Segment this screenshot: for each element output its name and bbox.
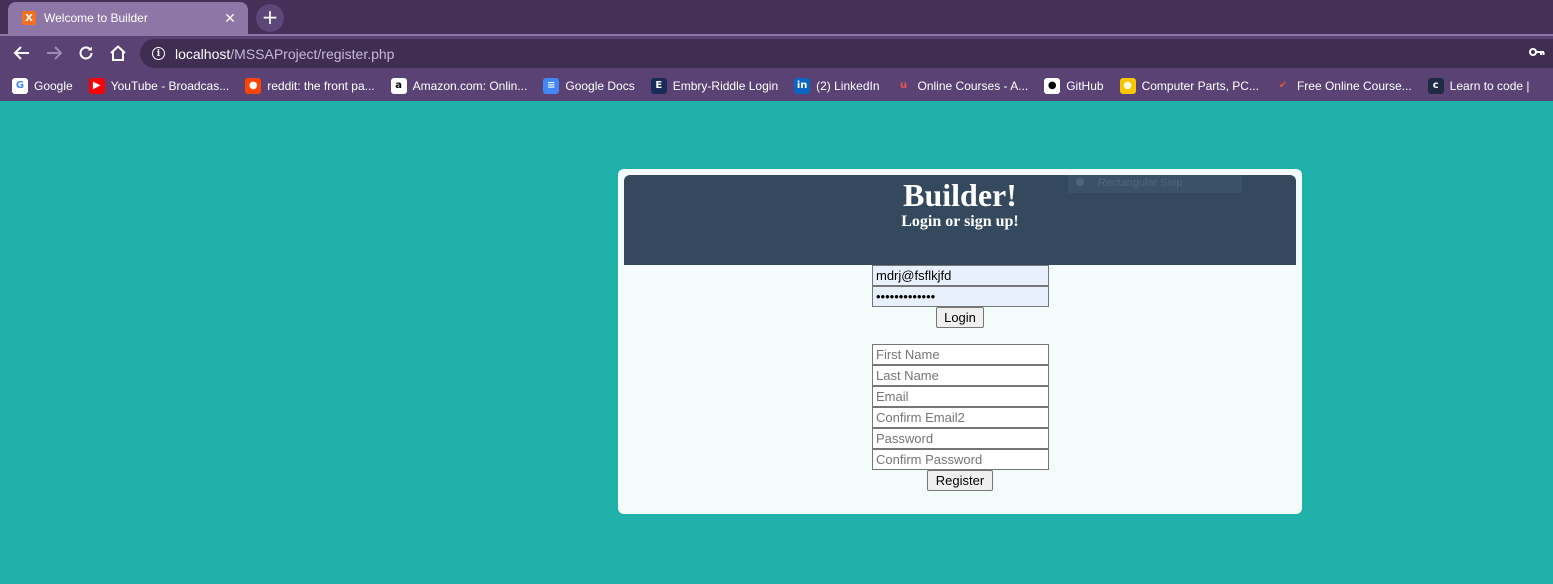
bookmark-label: reddit: the front pa... [267, 78, 375, 93]
back-button[interactable] [10, 41, 34, 65]
password-input[interactable] [872, 428, 1049, 449]
last-name-input[interactable] [872, 365, 1049, 386]
edx-icon: ✔ [1278, 80, 1288, 91]
info-icon[interactable]: i [152, 47, 165, 60]
snip-label: Rectangular Snip [1098, 177, 1183, 189]
bookmark-item[interactable]: in (2) LinkedIn [794, 77, 880, 94]
amazon-icon: a [390, 77, 407, 94]
address-bar[interactable]: i localhost/MSSAProject/register.php [140, 39, 1553, 68]
reddit-icon: ● [245, 77, 262, 94]
bookmark-label: Amazon.com: Onlin... [412, 78, 528, 93]
new-tab-button[interactable]: + [256, 4, 284, 32]
bookmark-label: Free Online Course... [1296, 78, 1412, 93]
bookmark-item[interactable]: ● reddit: the front pa... [245, 77, 375, 94]
tab-title: Welcome to Builder [44, 11, 148, 25]
bookmark-item[interactable]: ≡ Google Docs [543, 77, 635, 94]
bookmark-item[interactable]: ▶ YouTube - Broadcas... [88, 77, 230, 94]
home-button[interactable] [106, 41, 130, 65]
tab-close-icon[interactable]: ✕ [222, 10, 238, 27]
bookmark-item[interactable]: ✔ Free Online Course... [1275, 78, 1412, 94]
login-email-input[interactable] [872, 265, 1049, 286]
bookmark-label: (2) LinkedIn [816, 78, 880, 93]
bookmarks-bar: G Google ▶ YouTube - Broadcas... ● reddit: th… [0, 70, 1553, 101]
bookmark-label: Computer Parts, PC... [1141, 78, 1259, 93]
bookmark-item[interactable]: a Amazon.com: Onlin... [390, 77, 528, 94]
url-text: localhost/MSSAProject/register.php [175, 45, 395, 62]
newegg-icon: ● [1119, 77, 1136, 94]
login-button[interactable]: Login [936, 307, 984, 328]
bookmark-label: GitHub [1066, 78, 1104, 93]
reload-icon [79, 46, 93, 60]
embry-riddle-icon: E [650, 77, 667, 94]
snip-overlay: Rectangular Snip [1068, 175, 1242, 193]
key-icon[interactable] [1529, 45, 1545, 63]
snip-dot-icon [1076, 178, 1084, 186]
home-icon [110, 45, 126, 61]
browser-toolbar: i localhost/MSSAProject/register.php [0, 34, 1553, 70]
back-arrow-icon [13, 46, 29, 60]
reload-button[interactable] [74, 41, 98, 65]
email-input[interactable] [872, 386, 1049, 407]
bookmark-label: Online Courses - A... [917, 78, 1029, 93]
bookmark-label: Embry-Riddle Login [672, 78, 779, 93]
bookmark-label: Learn to code | [1449, 78, 1530, 93]
register-button[interactable]: Register [927, 470, 993, 491]
bookmark-label: YouTube - Broadcas... [110, 78, 230, 93]
page-header: Builder! Login or sign up! Rectangular S… [624, 175, 1296, 265]
codecademy-icon: c [1427, 77, 1444, 94]
udemy-icon: u [899, 80, 908, 91]
bookmark-item[interactable]: G Google [12, 77, 73, 94]
forward-arrow-icon [47, 46, 63, 60]
login-password-input[interactable] [872, 286, 1049, 307]
confirm-password-input[interactable] [872, 449, 1049, 470]
xampp-favicon-icon: X [22, 11, 36, 25]
page-subtitle: Login or sign up! [901, 213, 1019, 230]
bookmark-item[interactable]: u Online Courses - A... [896, 78, 1029, 94]
bookmark-item[interactable]: c Learn to code | [1427, 77, 1530, 94]
google-icon: G [12, 77, 28, 94]
bookmark-label: Google [34, 78, 73, 93]
tab-active[interactable]: X Welcome to Builder ✕ [8, 2, 248, 34]
github-icon: ● [1044, 77, 1061, 94]
bookmark-label: Google Docs [565, 78, 635, 93]
bookmark-item[interactable]: ● GitHub [1044, 77, 1104, 94]
first-name-input[interactable] [872, 344, 1049, 365]
google-docs-icon: ≡ [543, 77, 560, 94]
tab-strip: X Welcome to Builder ✕ + [0, 0, 1553, 34]
linkedin-icon: in [794, 77, 811, 94]
confirm-email-input[interactable] [872, 407, 1049, 428]
bookmark-item[interactable]: ● Computer Parts, PC... [1119, 77, 1259, 94]
forward-button[interactable] [42, 41, 66, 65]
youtube-icon: ▶ [88, 77, 105, 94]
bookmark-item[interactable]: E Embry-Riddle Login [650, 77, 779, 94]
